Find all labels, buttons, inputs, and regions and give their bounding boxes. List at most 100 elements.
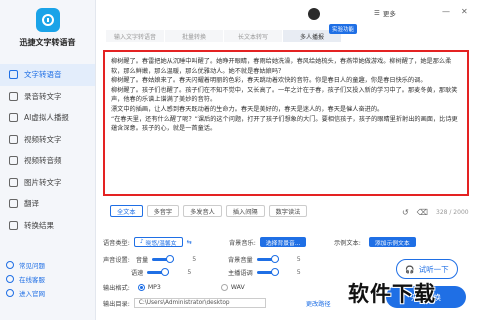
site-watermark: 软件下载 (348, 282, 436, 306)
bgm-row: 背景音乐: 选择背景音... (229, 237, 307, 247)
sidebar-item-results[interactable]: 转换结果 (0, 215, 95, 237)
multi-speaker-button[interactable]: 多发音人 (183, 205, 222, 217)
editor-toolbar: 全文本 多音字 多发音人 插入间隔 数字读法 (110, 205, 311, 217)
sample-row: 示例文本: 添加示例文本 (334, 237, 416, 247)
online-service-link[interactable]: 在线客服 (6, 272, 45, 286)
menu-icon: ☰ (374, 9, 380, 17)
full-text-button[interactable]: 全文本 (110, 205, 143, 217)
editor-paragraph: 漂文中的插画，让人感到春天既动着的生命力。春天是美好的，春天是迷人的，春天是催人… (111, 105, 384, 113)
output-dir-field[interactable]: C:\Users\Administrator\desktop (133, 298, 266, 308)
translate-icon (9, 199, 18, 209)
tab-batch[interactable]: 批量转换 (165, 30, 223, 42)
text-editor[interactable]: 柳树醒了。春雷把她从沉睡中叫醒了。她睁开眼睛，春雨给她洗澡，春风给她梳头，春燕带… (103, 50, 469, 196)
add-sample-button[interactable]: 添加示例文本 (368, 237, 416, 247)
output-dir-label: 输出目录: (103, 300, 130, 308)
undo-icon[interactable]: ↺ (402, 208, 409, 217)
video-audio-icon (9, 156, 18, 166)
tab-long-text[interactable]: 长文本转写 (224, 30, 282, 42)
speed-value: 5 (187, 269, 192, 276)
listen-button[interactable]: 🎧 试听一下 (396, 259, 458, 279)
format-wav-label: WAV (230, 284, 245, 291)
faq-link[interactable]: 常见问题 (6, 258, 45, 272)
sidebar-item-video-to-text[interactable]: 视频转文字 (0, 129, 95, 151)
pitch-slider[interactable] (256, 268, 279, 276)
close-button[interactable]: ✕ (461, 7, 468, 16)
sidebar-item-recording-to-text[interactable]: 录音转文字 (0, 86, 95, 108)
headphones-icon: 🎧 (405, 264, 415, 274)
sample-label: 示例文本: (334, 239, 361, 247)
website-link[interactable]: 进入官网 (6, 286, 45, 300)
sidebar-item-text-to-speech[interactable]: 文字转语音 (0, 64, 95, 86)
online-service-label: 在线客服 (19, 276, 45, 284)
sidebar-item-label: 视频转音频 (24, 156, 62, 166)
sidebar-item-translate[interactable]: 翻译 (0, 193, 95, 215)
bg-volume-label: 背景音量 (228, 257, 253, 264)
text-voice-icon (9, 70, 18, 80)
volume-knob[interactable] (166, 255, 175, 263)
number-reading-button[interactable]: 数字读法 (268, 205, 308, 217)
format-row: 输出格式: MP3 WAV (103, 283, 245, 292)
pitch-label: 主播语调 (228, 270, 253, 277)
format-label: 输出格式: (103, 285, 130, 292)
bg-volume-knob[interactable] (270, 255, 279, 263)
voice-type-value: 晓悠/温馨女 (145, 240, 177, 247)
format-mp3-radio[interactable]: MP3 (137, 284, 161, 291)
voice-type-label: 语音类型: (103, 239, 130, 247)
listen-label: 试听一下 (418, 264, 449, 274)
radio-mp3-icon (137, 284, 145, 291)
sidebar-item-label: 录音转文字 (24, 91, 62, 101)
radio-wav-icon (220, 284, 228, 291)
tab-input-text[interactable]: 输入文字转语音 (106, 30, 164, 42)
speed-label: 语速 (131, 270, 144, 277)
sidebar-item-label: 文字转语音 (24, 70, 62, 80)
speed-slider[interactable] (147, 268, 170, 276)
sidebar-item-ai-avatar[interactable]: AI虚拟人播报 (0, 107, 95, 129)
speed-row: 语速 5 (131, 268, 191, 277)
editor-paragraph: 柳树醒了。春姑娘来了。春天闪耀着明丽的色彩，春天跳动着欢快的音符。你是春日人的童… (111, 77, 427, 85)
app-name: 迅捷文字转语音 (19, 38, 76, 47)
pitch-value: 5 (296, 269, 301, 276)
app-logo-area: 迅捷文字转语音 (0, 0, 95, 62)
voice-type-select[interactable]: ♪ 晓悠/温馨女 (133, 237, 183, 247)
bgm-label: 背景音乐: (229, 239, 256, 247)
user-area[interactable] (308, 8, 324, 20)
format-mp3-label: MP3 (147, 284, 161, 291)
sidebar-item-label: 翻译 (24, 199, 39, 209)
sidebar-item-video-to-audio[interactable]: 视频转音频 (0, 150, 95, 172)
speed-knob[interactable] (161, 268, 170, 276)
swap-voice-icon[interactable]: ⇆ (187, 239, 192, 246)
image-icon (9, 177, 18, 187)
pitch-row: 主播语调 5 (228, 268, 301, 277)
output-dir-row: 输出目录: C:\Users\Administrator\desktop 更改路… (103, 298, 331, 308)
sidebar-footer: 常见问题 在线客服 进入官网 (6, 258, 45, 300)
more-label: 更多 (382, 10, 396, 18)
bgm-select-button[interactable]: 选择背景音... (259, 237, 307, 247)
change-path-link[interactable]: 更改路径 (306, 299, 331, 308)
char-counter: ↺ ⌫ 328 / 2000 (402, 208, 469, 217)
char-count: 328 / 2000 (436, 209, 469, 216)
editor-paragraph: “在春天里，还有什么醒了呢？”课后的这个问题，打开了孩子们想象的大门。要相信孩子… (111, 115, 458, 133)
sidebar-item-label: 视频转文字 (24, 134, 62, 144)
bg-volume-row: 背景音量 5 (228, 255, 301, 264)
volume-slider[interactable] (152, 255, 175, 263)
pitch-knob[interactable] (270, 268, 279, 276)
volume-label: 音量 (135, 257, 149, 264)
tab-bar: 输入文字转语音 批量转换 长文本转写 多人播报 (106, 30, 342, 42)
headset-icon (6, 275, 14, 283)
avatar[interactable] (308, 8, 320, 20)
editor-paragraph: 柳树醒了。春雷把她从沉睡中叫醒了。她睁开眼睛，春雨给她洗澡，春风给她梳头，春燕带… (111, 58, 452, 75)
editor-paragraph: 柳树醒了。孩子们也醒了。孩子们在不知不觉中，又长高了。一年之计在于春，孩子们又投… (111, 86, 458, 104)
sidebar-item-label: 图片转文字 (24, 177, 62, 187)
voice-icon: ♪ (139, 239, 144, 245)
sidebar: 迅捷文字转语音 文字转语音 录音转文字 AI虚拟人播报 视频转文字 视频转音频 … (0, 0, 96, 320)
header: ☰ 更多 — ✕ 输入文字转语音 批量转换 长文本转写 多人播报 实验功能 (96, 0, 480, 42)
experimental-badge: 实验功能 (329, 24, 358, 34)
format-wav-radio[interactable]: WAV (220, 284, 245, 291)
clear-icon[interactable]: ⌫ (417, 208, 428, 217)
more-menu-button[interactable]: ☰ 更多 (374, 8, 396, 18)
polyphone-button[interactable]: 多音字 (146, 205, 180, 217)
insert-pause-button[interactable]: 插入间隔 (225, 205, 265, 217)
sidebar-item-image-to-text[interactable]: 图片转文字 (0, 172, 95, 194)
bg-volume-slider[interactable] (256, 255, 279, 263)
minimize-button[interactable]: — (442, 7, 450, 16)
